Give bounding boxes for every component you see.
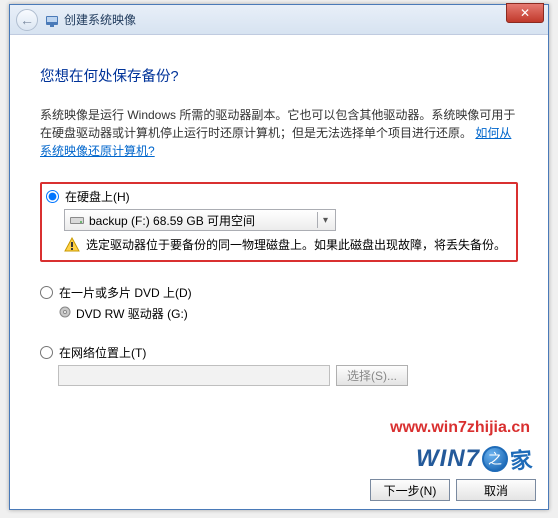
logo-win7: WIN7 xyxy=(416,445,480,473)
titlebar: ← 创建系统映像 ✕ xyxy=(10,5,548,35)
description-text: 系统映像是运行 Windows 所需的驱动器副本。它也可以包含其他驱动器。系统映… xyxy=(40,106,518,160)
chevron-down-icon[interactable]: ▾ xyxy=(317,212,333,228)
hdd-label: 在硬盘上(H) xyxy=(65,188,130,205)
options-group: 在硬盘上(H) backup (F:) 68.59 GB 可用空间 ▾ 选定驱动… xyxy=(40,182,518,386)
description-body: 系统映像是运行 Windows 所需的驱动器副本。它也可以包含其他驱动器。系统映… xyxy=(40,108,515,140)
dvd-drive-icon xyxy=(58,306,72,321)
close-button[interactable]: ✕ xyxy=(506,3,544,23)
network-label: 在网络位置上(T) xyxy=(59,344,146,361)
footer-buttons: 下一步(N) 取消 xyxy=(370,479,536,501)
site-logo: WIN7 之 家 xyxy=(416,443,532,475)
page-heading: 您想在何处保存备份? xyxy=(40,65,518,86)
hdd-drive-combo[interactable]: backup (F:) 68.59 GB 可用空间 ▾ xyxy=(64,209,336,231)
wizard-window: ← 创建系统映像 ✕ 您想在何处保存备份? 系统映像是运行 Windows 所需… xyxy=(9,4,549,510)
hdd-drive-icon xyxy=(69,212,85,228)
dvd-label: 在一片或多片 DVD 上(D) xyxy=(59,284,192,301)
cancel-button[interactable]: 取消 xyxy=(456,479,536,501)
wizard-icon xyxy=(44,12,60,28)
content-area: 您想在何处保存备份? 系统映像是运行 Windows 所需的驱动器副本。它也可以… xyxy=(10,35,548,386)
hdd-option-block: 在硬盘上(H) backup (F:) 68.59 GB 可用空间 ▾ 选定驱动… xyxy=(40,182,518,262)
back-button[interactable]: ← xyxy=(16,9,38,31)
watermark-text: www.win7zhijia.cn xyxy=(390,419,530,437)
network-option-block: 在网络位置上(T) 选择(S)... xyxy=(40,344,518,386)
browse-button: 选择(S)... xyxy=(336,365,408,386)
network-path-input xyxy=(58,365,330,386)
dvd-drive-text: DVD RW 驱动器 (G:) xyxy=(76,305,188,322)
logo-jia: 家 xyxy=(509,442,534,476)
dvd-option-block: 在一片或多片 DVD 上(D) DVD RW 驱动器 (G:) xyxy=(40,284,518,322)
logo-zhi: 之 xyxy=(482,446,508,472)
dvd-drive-row: DVD RW 驱动器 (G:) xyxy=(58,305,518,322)
hdd-drive-text: backup (F:) 68.59 GB 可用空间 xyxy=(89,212,255,229)
window-title: 创建系统映像 xyxy=(64,11,136,28)
next-button[interactable]: 下一步(N) xyxy=(370,479,450,501)
hdd-radio[interactable] xyxy=(46,190,59,203)
warning-icon xyxy=(64,237,80,253)
network-path-row: 选择(S)... xyxy=(58,365,518,386)
network-radio[interactable] xyxy=(40,346,53,359)
dvd-radio[interactable] xyxy=(40,286,53,299)
hdd-warning-text: 选定驱动器位于要备份的同一物理磁盘上。如果此磁盘出现故障，将丢失备份。 xyxy=(86,237,506,254)
hdd-warning-row: 选定驱动器位于要备份的同一物理磁盘上。如果此磁盘出现故障，将丢失备份。 xyxy=(64,237,510,254)
dvd-radio-row[interactable]: 在一片或多片 DVD 上(D) xyxy=(40,284,518,301)
hdd-radio-row[interactable]: 在硬盘上(H) xyxy=(46,188,510,205)
network-radio-row[interactable]: 在网络位置上(T) xyxy=(40,344,518,361)
